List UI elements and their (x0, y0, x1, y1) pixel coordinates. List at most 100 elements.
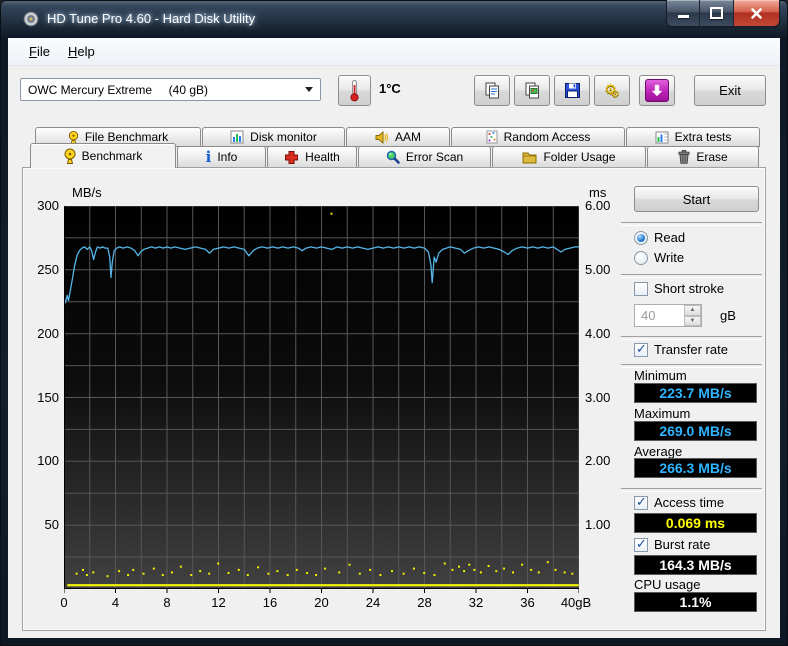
folder-icon (522, 151, 537, 164)
write-radio[interactable]: Write (634, 250, 684, 265)
options-button[interactable]: ⚙⚙ (594, 75, 630, 106)
right-tick-label: 3.00 (585, 390, 625, 405)
size-spinner-value: 40 (641, 308, 655, 323)
table-icon (655, 131, 669, 144)
short-stroke-checkbox[interactable]: Short stroke (634, 281, 724, 296)
start-button-label: Start (683, 192, 710, 207)
app-icon (23, 11, 39, 27)
right-tick-label: 1.00 (585, 517, 625, 532)
tab-aam[interactable]: AAM (346, 127, 450, 147)
average-label: Average (634, 444, 682, 459)
spinner-up-button[interactable]: ▲ (684, 305, 701, 316)
right-tick-label: 4.00 (585, 326, 625, 341)
left-tick-label: 300 (25, 198, 59, 213)
cpu-usage-value-text: 1.1% (680, 594, 712, 610)
exit-button[interactable]: Exit (694, 75, 766, 106)
left-tick-label: 50 (25, 517, 59, 532)
size-unit-label: gB (720, 308, 736, 323)
tab-label: Extra tests (675, 130, 732, 144)
divider (621, 222, 762, 226)
down-arrow-icon (645, 79, 669, 102)
x-tick-label: 12 (199, 595, 239, 610)
left-axis-title: MB/s (72, 185, 102, 200)
title-bar[interactable]: HD Tune Pro 4.60 - Hard Disk Utility (0, 0, 788, 38)
menu-help[interactable]: Help (59, 40, 104, 63)
burst-rate-label: Burst rate (654, 537, 710, 552)
burst-rate-checkbox[interactable]: Burst rate (634, 537, 710, 552)
tab-label: Benchmark (82, 149, 143, 163)
drive-selector[interactable]: OWC Mercury Extreme (40 gB) (20, 78, 321, 101)
toolbar: OWC Mercury Extreme (40 gB) 1°C (8, 66, 780, 126)
size-spinner[interactable]: 40 ▲ ▼ (634, 304, 702, 327)
access-time-value: 0.069 ms (634, 513, 757, 533)
x-tick-label: 0 (44, 595, 84, 610)
client-area: File Help OWC Mercury Extreme (40 gB) 1°… (8, 38, 780, 638)
access-time-checkbox[interactable]: Access time (634, 495, 724, 510)
save-button[interactable] (554, 75, 590, 106)
bar-chart-icon (230, 130, 244, 144)
start-button[interactable]: Start (634, 186, 759, 212)
menu-file[interactable]: File (20, 40, 59, 63)
tab-folder-usage[interactable]: Folder Usage (492, 146, 646, 168)
copy-text-icon (484, 82, 501, 99)
minimum-label: Minimum (634, 368, 687, 383)
copy-text-button[interactable] (474, 75, 510, 106)
left-tick-label: 250 (25, 262, 59, 277)
burst-rate-value-text: 164.3 MB/s (659, 557, 731, 573)
close-icon (750, 7, 763, 20)
spinner-down-button[interactable]: ▼ (684, 316, 701, 327)
copy-image-button[interactable] (514, 75, 550, 106)
tab-erase[interactable]: Erase (647, 146, 759, 168)
minimize-button[interactable] (667, 0, 700, 26)
copy-image-icon (524, 82, 541, 99)
tab-info[interactable]: i Info (177, 146, 266, 168)
checkbox-checked-icon (634, 496, 648, 510)
minimum-value-text: 223.7 MB/s (659, 385, 731, 401)
cpu-usage-value: 1.1% (634, 592, 757, 612)
transfer-rate-label: Transfer rate (654, 342, 728, 357)
right-tick-label: 5.00 (585, 262, 625, 277)
tab-health[interactable]: Health (267, 146, 357, 168)
radio-unselected-icon (634, 251, 648, 265)
x-tick-label: 8 (147, 595, 187, 610)
right-tick-label: 2.00 (585, 453, 625, 468)
checkbox-unchecked-icon (634, 282, 648, 296)
maximum-label: Maximum (634, 406, 690, 421)
trash-icon (678, 150, 690, 164)
health-cross-icon (284, 150, 299, 165)
checkbox-checked-icon (634, 343, 648, 357)
access-time-value-text: 0.069 ms (666, 515, 725, 531)
tab-extra-tests[interactable]: Extra tests (626, 127, 760, 147)
tab-label: Disk monitor (250, 130, 317, 144)
x-tick-label: 24 (353, 595, 393, 610)
tab-benchmark[interactable]: Benchmark (30, 143, 176, 168)
app-window: HD Tune Pro 4.60 - Hard Disk Utility Fil… (0, 0, 788, 646)
average-value-text: 266.3 MB/s (659, 460, 731, 476)
tab-error-scan[interactable]: Error Scan (358, 146, 491, 168)
x-tick-label: 32 (456, 595, 496, 610)
write-radio-label: Write (654, 250, 684, 265)
save-floppy-icon (564, 82, 581, 99)
tab-label: File Benchmark (85, 130, 168, 144)
x-end-label: 40gB (556, 595, 596, 610)
chevron-down-icon (305, 87, 313, 92)
temperature-button[interactable] (338, 75, 371, 106)
divider (621, 488, 762, 492)
tab-label: AAM (395, 130, 421, 144)
tab-disk-monitor[interactable]: Disk monitor (202, 127, 345, 147)
transfer-rate-checkbox[interactable]: Transfer rate (634, 342, 728, 357)
burst-rate-value: 164.3 MB/s (634, 555, 757, 575)
tab-label: Folder Usage (543, 150, 615, 164)
tab-label: Random Access (504, 130, 591, 144)
left-tick-label: 150 (25, 390, 59, 405)
speaker-icon (375, 131, 389, 144)
download-arrow-button[interactable] (639, 75, 675, 106)
maximize-button[interactable] (700, 0, 734, 26)
magnifier-icon (386, 150, 400, 164)
tab-random-access[interactable]: Random Access (451, 127, 625, 147)
average-value: 266.3 MB/s (634, 458, 757, 478)
radio-selected-icon (634, 231, 648, 245)
read-radio-label: Read (654, 230, 685, 245)
read-radio[interactable]: Read (634, 230, 685, 245)
close-button[interactable] (734, 0, 779, 26)
